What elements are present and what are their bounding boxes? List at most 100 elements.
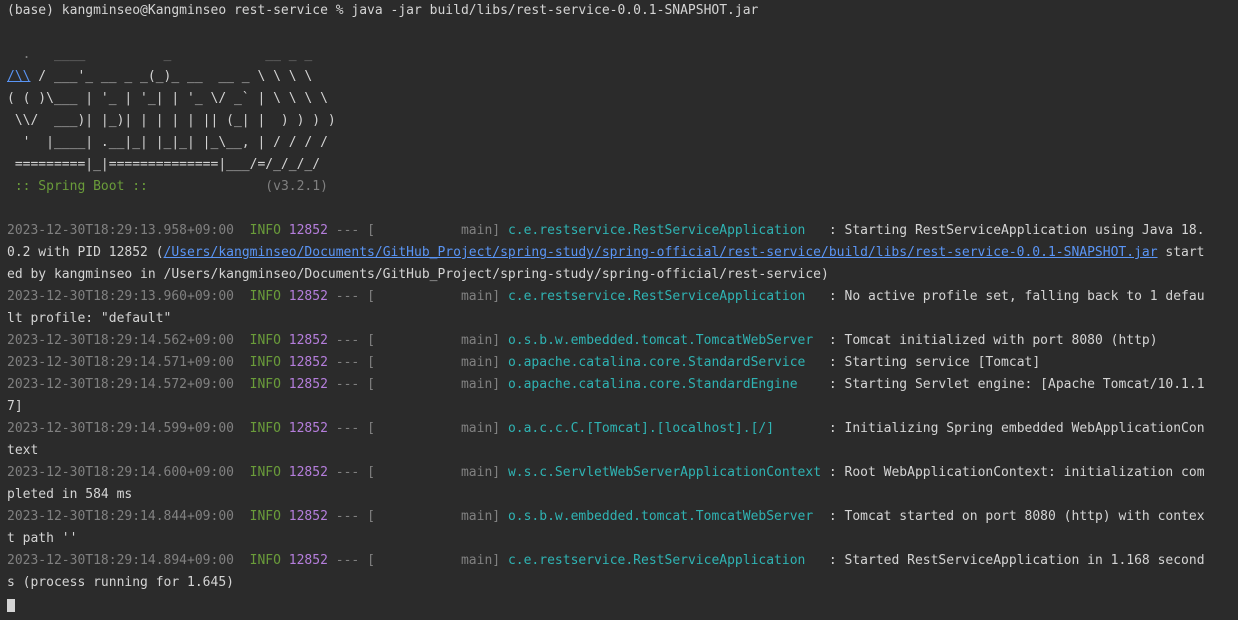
- banner-line-2-text: / ___'_ __ _ _(_)_ __ __ _ \ \ \ \: [30, 69, 313, 84]
- log-pid: 12852: [288, 377, 328, 392]
- text-cursor: [7, 599, 15, 612]
- terminal-window[interactable]: (base) kangminseo@Kangminseo rest-servic…: [0, 0, 1238, 612]
- log-entry: 2023-12-30T18:29:14.600+09:00 INFO 12852…: [7, 465, 1205, 480]
- log-level: INFO: [249, 333, 281, 348]
- log-timestamp: 2023-12-30T18:29:14.894+09:00: [7, 553, 234, 568]
- log-continuation-text: pleted in 584 ms: [7, 487, 133, 502]
- log-logger: c.e.restservice.RestServiceApplication: [507, 553, 822, 568]
- log-message: Root WebApplicationContext: initializati…: [844, 465, 1205, 480]
- log-continuation: lt profile: "default": [7, 308, 1238, 330]
- log-pid: 12852: [288, 333, 328, 348]
- log-continuation-text: ed by kangminseo in /Users/kangminseo/Do…: [7, 267, 829, 282]
- log-entry: 2023-12-30T18:29:14.844+09:00 INFO 12852…: [7, 509, 1205, 524]
- log-continuation-text: 7]: [7, 399, 23, 414]
- log-level: INFO: [249, 377, 281, 392]
- log-output: 2023-12-30T18:29:13.958+09:00 INFO 12852…: [7, 220, 1238, 594]
- log-message: Starting Servlet engine: [Apache Tomcat/…: [844, 377, 1205, 392]
- log-continuation: text: [7, 440, 1238, 462]
- log-entry: 2023-12-30T18:29:14.571+09:00 INFO 12852…: [7, 355, 1041, 370]
- log-separator: ---: [335, 465, 360, 480]
- log-entry: 2023-12-30T18:29:13.958+09:00 INFO 12852…: [7, 223, 1205, 238]
- log-timestamp: 2023-12-30T18:29:14.562+09:00: [7, 333, 234, 348]
- log-pid: 12852: [288, 465, 328, 480]
- banner-line-3: ( ( )\___ | '_ | '_| | '_ \/ _` | \ \ \ …: [7, 91, 328, 106]
- log-timestamp: 2023-12-30T18:29:14.599+09:00: [7, 421, 234, 436]
- log-separator: ---: [335, 289, 360, 304]
- log-timestamp: 2023-12-30T18:29:14.844+09:00: [7, 509, 234, 524]
- log-entry: 2023-12-30T18:29:13.960+09:00 INFO 12852…: [7, 289, 1205, 304]
- log-pid: 12852: [288, 289, 328, 304]
- jar-path-link[interactable]: /Users/kangminseo/Documents/GitHub_Proje…: [164, 245, 1158, 260]
- log-entry: 2023-12-30T18:29:14.894+09:00 INFO 12852…: [7, 553, 1205, 568]
- log-timestamp: 2023-12-30T18:29:14.600+09:00: [7, 465, 234, 480]
- spring-banner: . ____ _ __ _ _ /\\ / ___'_ __ _ _(_)_ _…: [7, 44, 1238, 198]
- log-continuation: 7]: [7, 396, 1238, 418]
- log-level: INFO: [249, 355, 281, 370]
- log-continuation: pleted in 584 ms: [7, 484, 1238, 506]
- log-continuation-text: text: [7, 443, 39, 458]
- log-timestamp: 2023-12-30T18:29:14.572+09:00: [7, 377, 234, 392]
- log-logger: c.e.restservice.RestServiceApplication: [507, 289, 822, 304]
- log-message: Tomcat initialized with port 8080 (http): [844, 333, 1158, 348]
- log-thread: [ main]: [367, 465, 501, 480]
- log-message: No active profile set, falling back to 1…: [844, 289, 1205, 304]
- banner-line-1: . ____ _ __ _ _: [7, 47, 313, 62]
- log-continuation-text: t path '': [7, 531, 78, 546]
- cursor-line[interactable]: [7, 594, 1238, 616]
- log-continuation: t path '': [7, 528, 1238, 550]
- log-level: INFO: [249, 421, 281, 436]
- log-continuation: ed by kangminseo in /Users/kangminseo/Do…: [7, 264, 1238, 286]
- log-logger: o.s.b.w.embedded.tomcat.TomcatWebServer: [507, 509, 822, 524]
- log-pid: 12852: [288, 553, 328, 568]
- log-entry: 2023-12-30T18:29:14.599+09:00 INFO 12852…: [7, 421, 1205, 436]
- log-pid: 12852: [288, 509, 328, 524]
- log-logger: o.a.c.c.C.[Tomcat].[localhost].[/]: [507, 421, 822, 436]
- log-logger: w.s.c.ServletWebServerApplicationContext: [507, 465, 822, 480]
- log-timestamp: 2023-12-30T18:29:13.958+09:00: [7, 223, 234, 238]
- log-logger: c.e.restservice.RestServiceApplication: [507, 223, 822, 238]
- log-level: INFO: [249, 465, 281, 480]
- banner-link[interactable]: /\\: [7, 69, 30, 84]
- log-level: INFO: [249, 509, 281, 524]
- log-thread: [ main]: [367, 355, 501, 370]
- log-message: Starting service [Tomcat]: [844, 355, 1041, 370]
- log-separator: ---: [335, 509, 360, 524]
- log-message: Tomcat started on port 8080 (http) with …: [844, 509, 1205, 524]
- log-logger: o.apache.catalina.core.StandardService: [507, 355, 822, 370]
- banner-line-6: =========|_|==============|___/=/_/_/_/: [7, 157, 321, 172]
- log-continuation-text: start: [1157, 245, 1205, 260]
- log-logger: o.apache.catalina.core.StandardEngine: [507, 377, 822, 392]
- banner-line-7: :: Spring Boot :: (v3.2.1): [7, 176, 1238, 198]
- log-separator: ---: [335, 377, 360, 392]
- log-thread: [ main]: [367, 289, 501, 304]
- log-level: INFO: [249, 553, 281, 568]
- log-thread: [ main]: [367, 509, 501, 524]
- log-message: Starting RestServiceApplication using Ja…: [844, 223, 1205, 238]
- log-level: INFO: [249, 223, 281, 238]
- log-entry: 2023-12-30T18:29:14.562+09:00 INFO 12852…: [7, 333, 1158, 348]
- log-thread: [ main]: [367, 333, 501, 348]
- log-separator: ---: [335, 355, 360, 370]
- log-pid: 12852: [288, 421, 328, 436]
- banner-line-4: \\/ ___)| |_)| | | | | || (_| | ) ) ) ): [7, 113, 336, 128]
- log-continuation: s (process running for 1.645): [7, 572, 1238, 594]
- log-logger: o.s.b.w.embedded.tomcat.TomcatWebServer: [507, 333, 822, 348]
- spring-boot-version: (v3.2.1): [155, 179, 328, 194]
- log-separator: ---: [335, 333, 360, 348]
- log-entry: 2023-12-30T18:29:14.572+09:00 INFO 12852…: [7, 377, 1205, 392]
- log-thread: [ main]: [367, 223, 501, 238]
- log-pid: 12852: [288, 223, 328, 238]
- log-pid: 12852: [288, 355, 328, 370]
- banner-line-5: ' |____| .__|_| |_|_| |_\__, | / / / /: [7, 135, 328, 150]
- log-thread: [ main]: [367, 553, 501, 568]
- log-thread: [ main]: [367, 421, 501, 436]
- log-continuation-text: s (process running for 1.645): [7, 575, 234, 590]
- spring-boot-label: :: Spring Boot ::: [7, 179, 156, 194]
- log-continuation-text: 0.2 with PID 12852 (: [7, 245, 164, 260]
- log-continuation-text: lt profile: "default": [7, 311, 172, 326]
- log-level: INFO: [249, 289, 281, 304]
- log-separator: ---: [335, 553, 360, 568]
- log-timestamp: 2023-12-30T18:29:13.960+09:00: [7, 289, 234, 304]
